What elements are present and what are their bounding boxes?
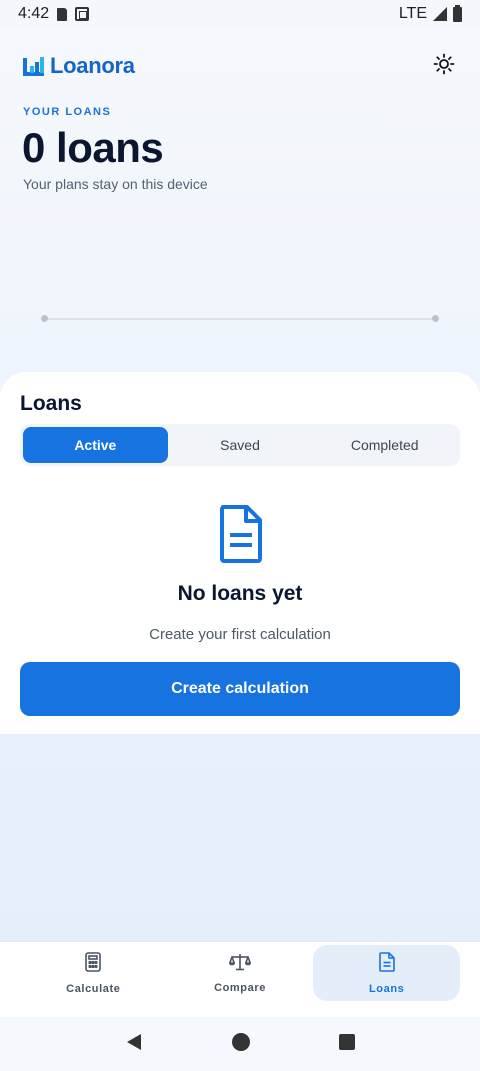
tab-active[interactable]: Active: [23, 427, 168, 463]
pager-track: [44, 318, 436, 320]
recents-icon[interactable]: [338, 1033, 356, 1056]
status-time: 4:42: [18, 5, 50, 22]
app-header: Loanora: [22, 52, 458, 80]
document-icon: [378, 951, 395, 977]
document-icon: [219, 505, 263, 563]
system-nav-bar: [0, 1017, 480, 1071]
home-icon[interactable]: [231, 1032, 251, 1057]
nav-label-compare: Compare: [214, 981, 266, 994]
scale-icon: [229, 953, 251, 976]
loan-count: 0 loans: [22, 124, 164, 171]
hero-label: YOUR LOANS: [23, 106, 112, 118]
tab-saved[interactable]: Saved: [168, 427, 313, 463]
calculator-icon: [84, 951, 102, 977]
nav-item-calculate[interactable]: Calculate: [20, 945, 167, 1001]
signal-icon: [433, 7, 447, 21]
screenshot-icon: [75, 7, 90, 21]
network-type: LTE: [398, 5, 427, 22]
hero-subtitle: Your plans stay on this device: [23, 176, 208, 192]
nav-label-calculate: Calculate: [66, 982, 121, 995]
sun-icon: [433, 53, 455, 80]
nav-item-compare[interactable]: Compare: [167, 945, 314, 1001]
battery-icon: [453, 4, 462, 22]
status-bar: 4:42 LTE: [0, 0, 480, 28]
pager-dot-start: [41, 315, 48, 322]
empty-state-title: No loans yet: [177, 582, 303, 605]
create-calculation-button[interactable]: Create calculation: [20, 662, 460, 716]
app-name: Loanora: [50, 53, 135, 78]
bottom-nav: Calculate Compare Loans: [0, 941, 480, 1017]
nav-label-loans: Loans: [368, 982, 405, 995]
back-icon[interactable]: [124, 1032, 144, 1057]
loans-panel: Loans Active Saved Completed No loans ye…: [0, 372, 480, 734]
empty-state-subtitle: Create your first calculation: [149, 626, 331, 643]
logo-mark-icon: [22, 54, 46, 78]
tab-completed[interactable]: Completed: [312, 427, 457, 463]
app-logo: Loanora: [22, 53, 135, 79]
pager-dot-end: [432, 315, 439, 322]
sd-card-icon: [57, 7, 68, 21]
loans-title: Loans: [20, 392, 82, 415]
theme-toggle-button[interactable]: [430, 52, 458, 80]
nav-item-loans[interactable]: Loans: [313, 945, 461, 1001]
loans-tabs: Active Saved Completed: [20, 424, 460, 466]
